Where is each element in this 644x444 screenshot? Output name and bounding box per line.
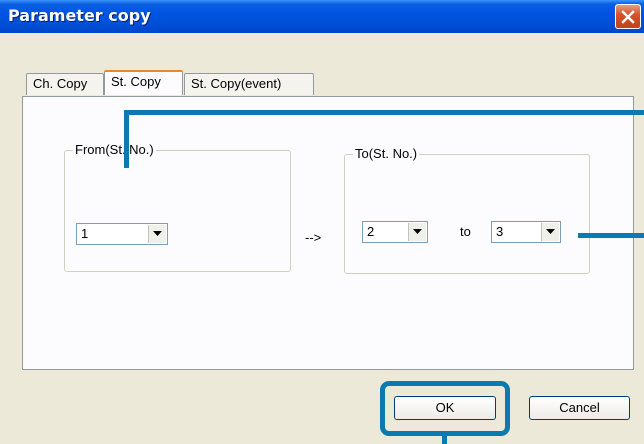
to-group: To(St. No.) 2 to 3: [344, 146, 590, 274]
ok-button-highlight: [380, 381, 510, 436]
chevron-down-icon[interactable]: [541, 223, 559, 241]
from-callout-line: [124, 110, 129, 168]
from-group-legend: From(St. No.): [73, 142, 156, 158]
from-callout-line: [124, 110, 644, 115]
to-callout-line: [578, 233, 644, 238]
from-group: From(St. No.) 1: [64, 142, 291, 272]
tab-st-copy[interactable]: St. Copy: [104, 70, 183, 95]
from-station-value: 1: [81, 226, 89, 241]
to-range-label: to: [460, 224, 471, 239]
tab-label: St. Copy: [111, 74, 161, 89]
cancel-button[interactable]: Cancel: [529, 396, 630, 420]
to-end-station-select[interactable]: 3: [491, 221, 561, 243]
close-button[interactable]: [615, 4, 641, 29]
cancel-button-label: Cancel: [559, 400, 600, 415]
tab-label: Ch. Copy: [33, 76, 88, 91]
window-title: Parameter copy: [8, 6, 151, 25]
parameter-copy-dialog: Parameter copy Ch. Copy St. Copy St. Cop…: [0, 0, 644, 444]
to-start-station-select[interactable]: 2: [362, 221, 428, 243]
tab-ch-copy[interactable]: Ch. Copy: [26, 73, 104, 95]
chevron-down-icon[interactable]: [148, 225, 166, 243]
tab-st-copy-event[interactable]: St. Copy(event): [184, 73, 314, 95]
to-end-station-value: 3: [496, 224, 504, 239]
from-station-select[interactable]: 1: [76, 223, 168, 245]
title-bar[interactable]: Parameter copy: [0, 0, 644, 33]
to-start-station-value: 2: [367, 224, 375, 239]
to-group-legend: To(St. No.): [353, 146, 420, 162]
st-copy-tab-panel: From(St. No.) 1 --> To(St. No.) 2 to 3: [22, 96, 634, 370]
ok-callout-line: [442, 434, 447, 444]
arrow-label: -->: [305, 230, 322, 245]
tab-label: St. Copy(event): [191, 76, 282, 91]
chevron-down-icon[interactable]: [408, 223, 426, 241]
